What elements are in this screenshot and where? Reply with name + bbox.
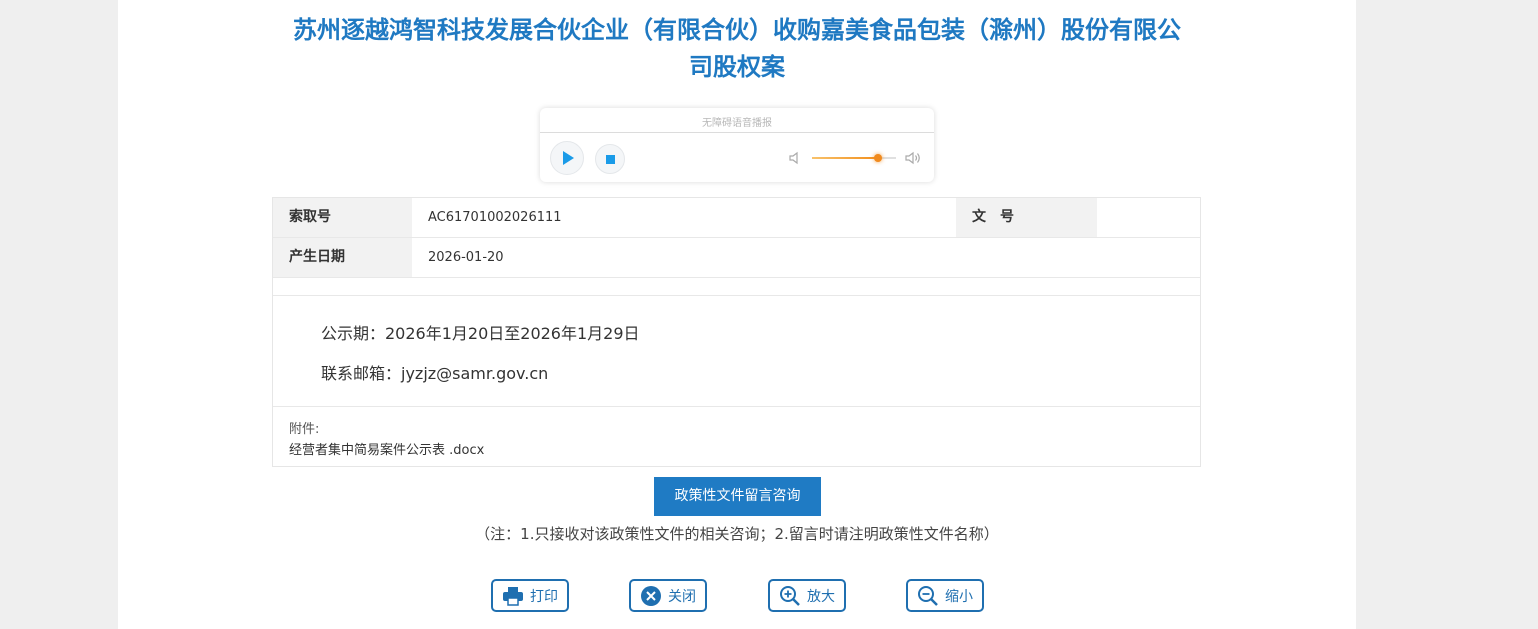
print-button[interactable]: 打印	[491, 579, 569, 612]
attachment-label: 附件:	[289, 422, 320, 437]
close-button[interactable]: 关闭	[629, 579, 707, 612]
attachment-divider	[273, 406, 1200, 407]
page-title: 苏州逐越鸿智科技发展合伙企业（有限合伙）收购嘉美食品包装（滁州）股份有限公 司股…	[118, 12, 1356, 86]
audio-player-label: 无障碍语音播报	[702, 118, 772, 129]
close-button-label: 关闭	[668, 588, 696, 605]
index-number-value: AC61701002026111	[428, 210, 562, 225]
info-row-index: 索取号 AC61701002026111 文 号	[273, 198, 1200, 238]
stop-icon	[605, 154, 615, 164]
page-title-line-1: 苏州逐越鸿智科技发展合伙企业（有限合伙）收购嘉美食品包装（滁州）股份有限公	[293, 16, 1181, 44]
document-number-label: 文 号	[956, 198, 1097, 237]
document-info-table: 索取号 AC61701002026111 文 号 产生日期 2026-01-20…	[272, 197, 1201, 467]
policy-consultation-button[interactable]: 政策性文件留言咨询	[654, 477, 821, 516]
volume-slider[interactable]	[812, 154, 896, 162]
zoom-out-button-label: 缩小	[945, 588, 973, 605]
print-button-label: 打印	[530, 588, 558, 605]
audio-progress-track[interactable]	[540, 132, 934, 133]
zoom-in-button-label: 放大	[807, 588, 835, 605]
publicity-period-text: 公示期：2026年1月20日至2026年1月29日	[321, 324, 640, 343]
index-number-label: 索取号	[273, 198, 412, 237]
date-label: 产生日期	[273, 238, 412, 277]
zoom-out-button[interactable]: 缩小	[906, 579, 984, 612]
volume-low-icon[interactable]	[788, 151, 802, 165]
contact-email-text: 联系邮箱：jyzjz@samr.gov.cn	[321, 364, 549, 383]
play-button[interactable]	[550, 141, 584, 175]
printer-icon	[503, 586, 523, 606]
play-icon	[563, 151, 574, 165]
stop-button[interactable]	[595, 144, 625, 174]
info-divider	[273, 278, 1200, 296]
document-number-value	[1097, 198, 1200, 237]
date-value: 2026-01-20	[428, 250, 504, 265]
volume-slider-handle[interactable]	[873, 154, 882, 162]
volume-high-icon[interactable]	[904, 151, 922, 165]
audio-player: 无障碍语音播报	[540, 108, 934, 182]
attachment-file-link[interactable]: 经营者集中简易案件公示表 .docx	[289, 439, 484, 458]
zoom-in-icon	[780, 585, 800, 606]
zoom-out-icon	[918, 585, 938, 606]
consultation-note: （注：1.只接收对该政策性文件的相关咨询；2.留言时请注明政策性文件名称）	[475, 525, 999, 543]
page-content: 苏州逐越鸿智科技发展合伙企业（有限合伙）收购嘉美食品包装（滁州）股份有限公 司股…	[118, 0, 1356, 629]
volume-slider-fill	[812, 157, 878, 159]
page-title-line-2: 司股权案	[689, 53, 785, 81]
close-icon	[641, 585, 661, 606]
info-row-date: 产生日期 2026-01-20	[273, 238, 1200, 278]
zoom-in-button[interactable]: 放大	[768, 579, 846, 612]
